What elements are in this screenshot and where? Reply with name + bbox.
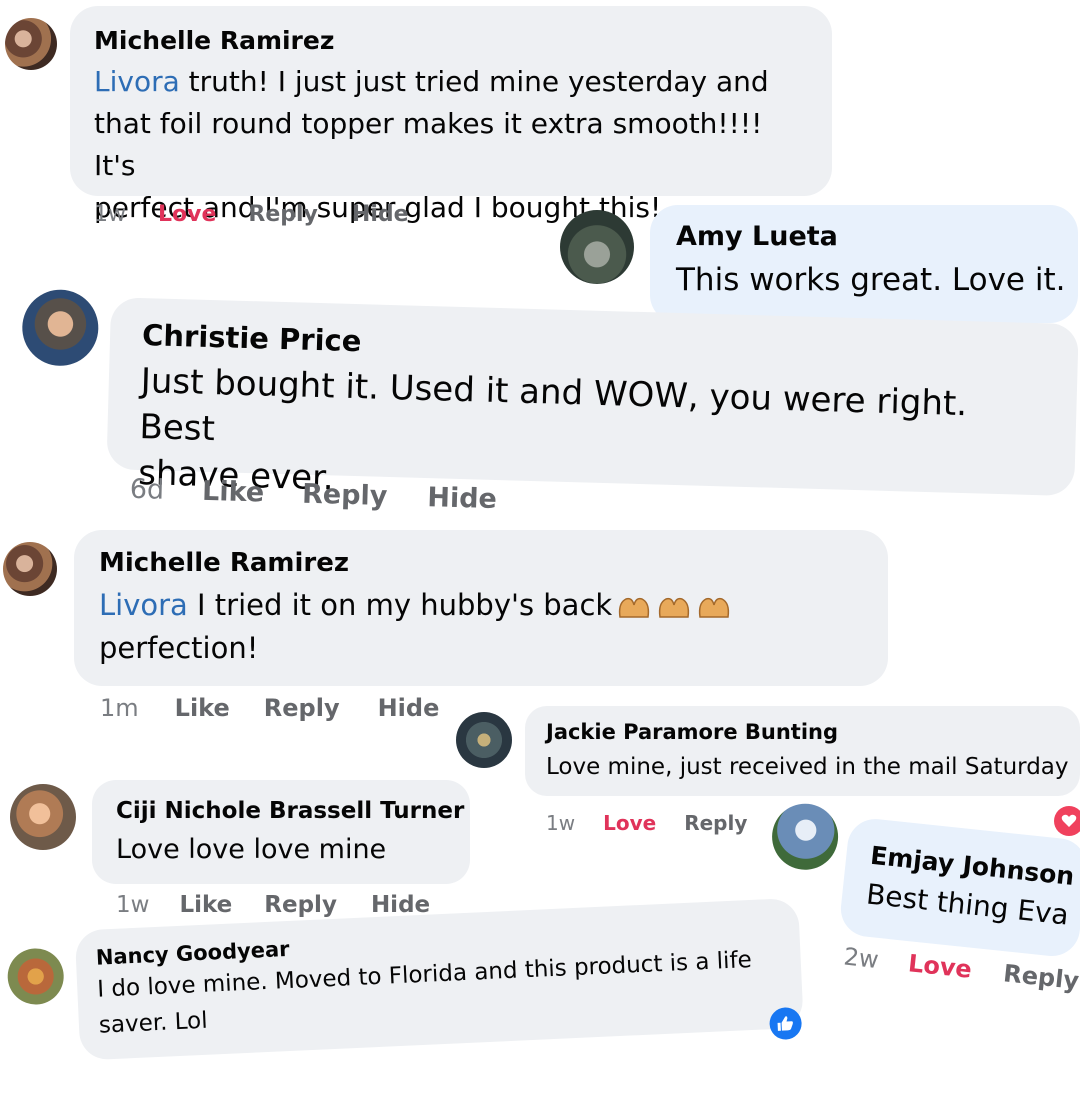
comment-bubble: Nancy Goodyear I do love mine. Moved to … [74,897,804,1061]
comment-nancy-goodyear: Nancy Goodyear I do love mine. Moved to … [0,0,1080,1084]
like-reaction-icon[interactable] [768,1006,803,1041]
avatar[interactable] [6,947,65,1006]
